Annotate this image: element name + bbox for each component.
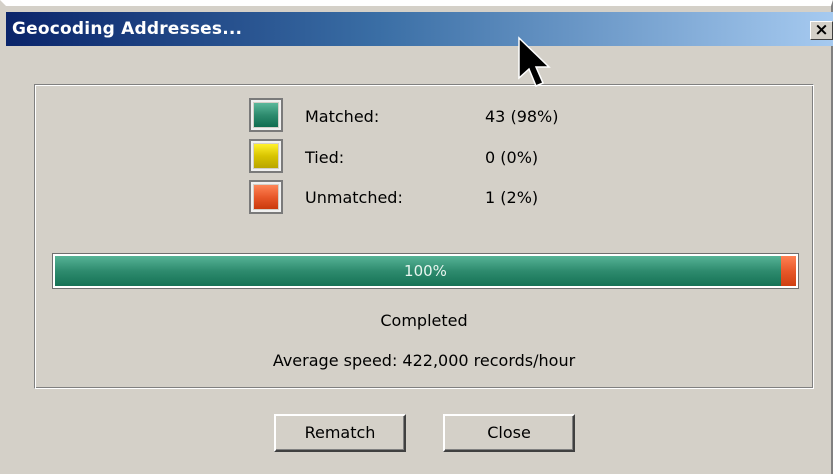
progress-bar: 100%	[52, 253, 799, 289]
window-title: Geocoding Addresses...	[12, 19, 243, 39]
status-completed: Completed	[380, 311, 468, 330]
close-icon[interactable]: ×	[810, 21, 833, 40]
tied-swatch	[249, 139, 283, 173]
unmatched-swatch	[249, 180, 283, 214]
tied-value: 0 (0%)	[485, 148, 539, 167]
unmatched-color-fill	[254, 185, 278, 209]
matched-label: Matched:	[305, 107, 380, 126]
matched-value: 43 (98%)	[485, 107, 559, 126]
title-bar[interactable]: Geocoding Addresses...	[6, 12, 833, 46]
average-speed: Average speed: 422,000 records/hour	[272, 351, 576, 370]
rematch-button[interactable]: Rematch	[274, 414, 406, 452]
close-button[interactable]: Close	[443, 414, 575, 452]
tied-color-fill	[254, 144, 278, 168]
results-panel	[34, 84, 814, 389]
progress-percent: 100%	[404, 262, 447, 280]
matched-swatch	[249, 98, 283, 132]
tied-label: Tied:	[305, 148, 345, 167]
arrow-cursor-icon	[518, 36, 551, 87]
matched-color-fill	[254, 103, 278, 127]
unmatched-label: Unmatched:	[305, 188, 403, 207]
unmatched-value: 1 (2%)	[485, 188, 539, 207]
